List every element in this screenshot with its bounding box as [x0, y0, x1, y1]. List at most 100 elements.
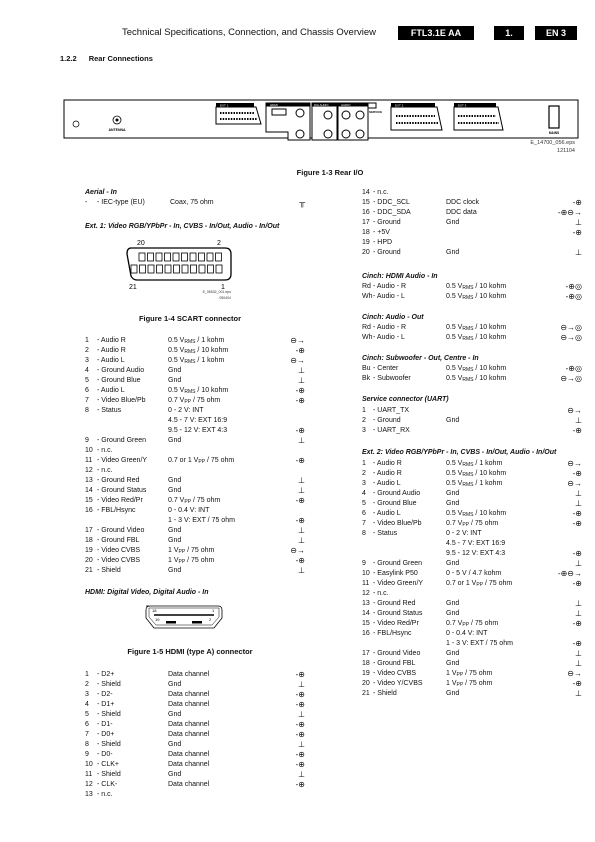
out-cinch-icon: ⊖→◎: [560, 333, 582, 342]
in-arrow-icon: -⊕: [295, 670, 305, 679]
pin-value: Gnd: [446, 219, 460, 226]
section-heading: 1.2.2 Rear Connections: [60, 54, 165, 63]
hdmi-pin-table: 1 - D2+ Data channel -⊕ 2 - Shield Gnd ⊥ 3 - D2- D…: [85, 670, 305, 800]
pin-value: 0 - 2 V: INT: [446, 530, 482, 537]
pin-number: 2: [85, 347, 89, 354]
in-arrow-icon: -⊕: [572, 679, 582, 688]
pin-name: - Shield: [373, 690, 397, 697]
pin-number: 3: [85, 357, 89, 364]
pin-name: - Ground Green: [373, 560, 423, 567]
out-cinch-icon: ⊖→◎: [560, 374, 582, 383]
table-row: 4 - Ground Audio Gnd ⊥: [362, 489, 582, 499]
pin-number: 14: [85, 487, 93, 494]
table-row: 20- Ground Gnd ⊥: [362, 248, 582, 258]
ground-icon: ⊥: [298, 436, 305, 445]
value-part: 0.5 V: [446, 470, 463, 477]
unit-subscript: RMS: [462, 482, 474, 488]
pin-number: 20: [362, 249, 370, 256]
ext2-label: EXT 2: [395, 104, 404, 108]
table-row: 3 - Audio L 0.5 VRMS / 1 kohm ⊖→: [362, 479, 582, 489]
value-part: 1 V: [446, 670, 457, 677]
pin-number: 1: [362, 460, 366, 467]
scart-connector-drawing: 20 2 21 1 E_06532_001.eps 050404: [126, 240, 232, 300]
value-part: 0.5 V: [446, 365, 463, 372]
ground-icon: ⊥: [575, 689, 582, 698]
scart-pin: [164, 252, 171, 262]
pin-number: 13: [85, 477, 93, 484]
table-row: 20 - Video CVBS 1 VPP / 75 ohm -⊕: [85, 556, 305, 566]
pin-label: 19: [155, 617, 160, 622]
in-arrow-icon: -⊕: [572, 469, 582, 478]
scart-file: E_06532_001.eps: [203, 290, 232, 294]
pin-name: - Ground Red: [97, 477, 140, 484]
in-arrow-icon: -⊕: [572, 198, 582, 207]
table-row: 2 - Ground Gnd ⊥: [362, 416, 582, 426]
pin-value: 0.7 VPP / 75 ohm: [446, 519, 498, 529]
pin-name: - Ground FBL: [373, 660, 416, 667]
table-row: Wh - Audio - L 0.5 VRMS / 10 kohm -⊕◎: [362, 292, 582, 302]
table-row: 12 - CLK- Data channel -⊕: [85, 780, 305, 790]
scart-pin: [164, 264, 172, 274]
pin-name: - D0-: [97, 751, 113, 758]
in-arrow-icon: -⊕: [572, 509, 582, 518]
pin-name: - D0+: [97, 731, 115, 738]
pin-number: 18: [362, 229, 370, 236]
value-part: / 75 ohm: [483, 580, 513, 587]
table-row: - - IEC-type (EU) Coax, 75 ohm ╥: [85, 198, 305, 208]
pin-value: 0 - 5 V / 4.7 kohm: [446, 570, 502, 577]
pin-number: 11: [362, 580, 370, 587]
table-row: 9 - Ground Green Gnd ⊥: [85, 436, 305, 446]
pin-value: Gnd: [446, 660, 460, 667]
table-row: 11 - Video Green/Y 0.7 or 1 VPP / 75 ohm -⊕: [85, 456, 305, 466]
pin-name: - Shield: [97, 681, 121, 688]
pin-name: - Ground Green: [97, 437, 147, 444]
pin-name: - Audio - R: [373, 283, 407, 290]
value-part: / 75 ohm: [463, 670, 493, 677]
table-row: 14- n.c.: [362, 188, 582, 198]
pin-name: - D1-: [97, 721, 113, 728]
table-row: 9 - Ground Green Gnd ⊥: [362, 559, 582, 569]
scart-pin: [189, 252, 197, 262]
pin-number: 2: [362, 470, 366, 477]
value-part: / 10 kohm: [473, 510, 507, 517]
figure-caption-rear: Figure 1-3 Rear I/O: [296, 168, 364, 177]
pin-value: Data channel: [168, 751, 210, 758]
running-header-title: Technical Specifications, Connection, an…: [122, 27, 376, 38]
table-row: 6 - D1- Data channel -⊕: [85, 720, 305, 730]
in-arrow-icon: -⊕: [295, 456, 305, 465]
value-part: / 75 ohm: [185, 547, 215, 554]
ground-icon: ⊥: [575, 649, 582, 658]
table-row: 3 - Audio L 0.5 VRMS / 1 kohm ⊖→: [85, 356, 305, 366]
pin-name: - Audio R: [97, 337, 126, 344]
pin-number: 6: [85, 387, 89, 394]
table-row: 7 - Video Blue/Pb 0.7 VPP / 75 ohm -⊕: [362, 519, 582, 529]
model-badge: FTL3.1E AA: [398, 26, 474, 40]
pin-label: 2: [217, 240, 221, 247]
in-arrow-icon: -⊕: [295, 496, 305, 505]
table-row: 9 - D0- Data channel -⊕: [85, 750, 305, 760]
pin-name: - Ground Audio: [373, 490, 421, 497]
table-row: 1 - 3 V: EXT / 75 ohm -⊕: [85, 516, 305, 526]
unit-subscript: RMS: [462, 377, 474, 383]
pin-value: Data channel: [168, 691, 210, 698]
service-connector: [367, 102, 377, 109]
pin-number: Bk: [362, 375, 371, 382]
cinch-sub-table: Bu - Center 0.5 VRMS / 10 kohm -⊕◎ Bk - Subwo…: [362, 364, 582, 384]
pin-number: 4: [85, 367, 89, 374]
table-row: 10 - CLK+ Data channel -⊕: [85, 760, 305, 770]
pin-name: - Video Green/Y: [97, 457, 148, 464]
in-arrow-icon: -⊕: [295, 750, 305, 759]
in-cinch-icon: -⊕◎: [565, 364, 582, 373]
table-row: Rd - Audio - R 0.5 VRMS / 10 kohm ⊖→◎: [362, 323, 582, 333]
pin-number: 4: [85, 701, 89, 708]
pin-number: 14: [362, 610, 370, 617]
pin-number: Wh: [362, 293, 373, 300]
table-row: 1 - 3 V: EXT / 75 ohm -⊕: [362, 639, 582, 649]
pin-name: - D2+: [97, 671, 115, 678]
unit-subscript: RMS: [184, 359, 196, 365]
table-row: 4 - Ground Audio Gnd ⊥: [85, 366, 305, 376]
rear-panel-date: 121104: [557, 148, 575, 154]
value-part: 1 V: [446, 680, 457, 687]
out-arrow-icon: ⊖→: [567, 406, 582, 415]
unit-subscript: RMS: [462, 472, 474, 478]
